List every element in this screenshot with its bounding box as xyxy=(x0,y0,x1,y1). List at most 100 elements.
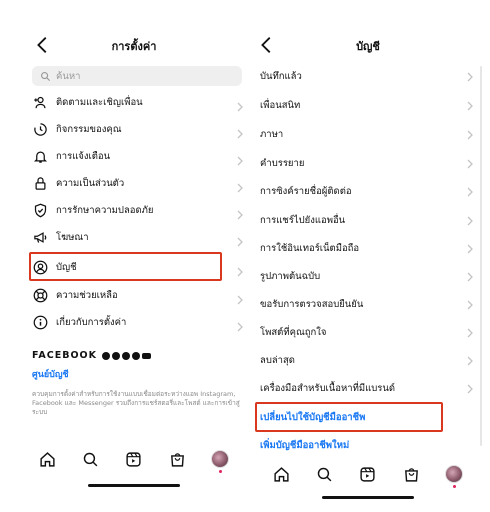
search-bar[interactable] xyxy=(32,66,242,86)
back-button[interactable] xyxy=(256,34,278,56)
settings-header: การตั้งค่า xyxy=(18,32,250,60)
search-icon xyxy=(41,71,51,81)
meta-apps-icons xyxy=(101,351,151,360)
profile-avatar xyxy=(211,450,230,468)
account-item-label: โพสต์ที่คุณถูกใจ xyxy=(260,326,327,338)
chevron-left-icon xyxy=(37,37,47,53)
notification-dot xyxy=(218,470,222,473)
account-item-label: ขอรับการตรวจสอบยืนยัน xyxy=(260,298,364,310)
accounts-center-description: ควบคุมการตั้งค่าสำหรับการใช้งานแบบเชื่อม… xyxy=(32,390,240,416)
menu-item-ads[interactable]: โฆษณา xyxy=(32,224,244,250)
account-item-close-friends[interactable]: เพื่อนสนิท xyxy=(260,92,474,118)
chevron-right-icon xyxy=(466,239,474,258)
account-item-captions[interactable]: คำบรรยาย xyxy=(260,150,474,176)
tab-shop[interactable] xyxy=(166,448,188,470)
search-icon xyxy=(84,452,98,466)
tab-home[interactable] xyxy=(271,463,293,485)
account-item-branded-content[interactable]: เครื่องมือสำหรับเนื้อหาที่มีแบรนด์ xyxy=(260,375,474,401)
home-indicator xyxy=(88,484,180,487)
menu-item-label: เกี่ยวกับการตั้งค่า xyxy=(56,316,127,328)
account-item-label: บันทึกแล้ว xyxy=(260,70,302,82)
chevron-right-icon xyxy=(466,379,474,398)
menu-item-label: โฆษณา xyxy=(56,231,89,243)
settings-screen: การตั้งค่า ติดตามและเชิญเพื่อน กิจกรรมขอ… xyxy=(18,0,250,512)
add-person-icon xyxy=(32,94,48,110)
activity-clock-icon xyxy=(32,121,48,137)
account-item-label: รูปภาพต้นฉบับ xyxy=(260,270,321,282)
chevron-right-icon xyxy=(236,178,244,193)
back-button[interactable] xyxy=(32,34,54,56)
menu-item-privacy[interactable]: ความเป็นส่วนตัว xyxy=(32,170,244,196)
menu-item-account[interactable]: บัญชี xyxy=(32,254,244,280)
shield-icon xyxy=(32,202,48,218)
search-input[interactable] xyxy=(56,70,216,82)
chevron-right-icon xyxy=(466,182,474,201)
chevron-right-icon xyxy=(466,351,474,370)
home-icon xyxy=(274,466,289,482)
tab-home[interactable] xyxy=(37,448,59,470)
tab-search[interactable] xyxy=(314,463,336,485)
chevron-right-icon xyxy=(236,205,244,220)
menu-item-label: บัญชี xyxy=(56,261,77,273)
account-item-saved[interactable]: บันทึกแล้ว xyxy=(260,63,474,89)
menu-item-notifications[interactable]: การแจ้งเตือน xyxy=(32,143,244,169)
account-item-contacts-sync[interactable]: การซิงค์รายชื่อผู้ติดต่อ xyxy=(260,178,474,204)
account-item-label: ภาษา xyxy=(260,128,284,140)
chevron-right-icon xyxy=(236,97,244,112)
page-title: บัญชี xyxy=(356,40,380,53)
account-item-sharing[interactable]: การแชร์ไปยังแอพอื่น xyxy=(260,207,474,233)
lock-icon xyxy=(32,175,48,191)
chevron-right-icon xyxy=(236,124,244,139)
account-item-label: เพื่อนสนิท xyxy=(260,99,301,111)
account-item-label: เครื่องมือสำหรับเนื้อหาที่มีแบรนด์ xyxy=(260,382,396,394)
profile-avatar xyxy=(445,465,464,483)
account-item-request-verification[interactable]: ขอรับการตรวจสอบยืนยัน xyxy=(260,291,474,317)
account-item-language[interactable]: ภาษา xyxy=(260,121,474,147)
tab-reels[interactable] xyxy=(123,448,145,470)
tab-shop[interactable] xyxy=(400,463,422,485)
chevron-right-icon xyxy=(466,67,474,86)
account-item-original-photos[interactable]: รูปภาพต้นฉบับ xyxy=(260,263,474,289)
bottom-tab-bar xyxy=(18,444,250,474)
chevron-right-icon xyxy=(236,151,244,166)
chevron-right-icon xyxy=(466,154,474,173)
menu-item-help[interactable]: ความช่วยเหลือ xyxy=(32,282,244,308)
menu-item-label: การรักษาความปลอดภัย xyxy=(56,204,154,216)
menu-item-follow-invite[interactable]: ติดตามและเชิญเพื่อน xyxy=(32,89,244,115)
menu-item-about[interactable]: เกี่ยวกับการตั้งค่า xyxy=(32,309,244,335)
reels-icon xyxy=(126,451,142,467)
menu-item-your-activity[interactable]: กิจกรรมของคุณ xyxy=(32,116,244,142)
shop-icon xyxy=(170,452,184,467)
tab-search[interactable] xyxy=(80,448,102,470)
account-item-cellular-data[interactable]: การใช้อินเทอร์เน็ตมือถือ xyxy=(260,235,474,261)
account-item-liked-posts[interactable]: โพสต์ที่คุณถูกใจ xyxy=(260,319,474,345)
account-item-label: คำบรรยาย xyxy=(260,157,305,169)
tab-reels[interactable] xyxy=(357,463,379,485)
bell-icon xyxy=(32,148,48,164)
account-screen: บัญชี บันทึกแล้ว เพื่อนสนิท ภาษา คำบรรยา… xyxy=(252,0,484,512)
shop-icon xyxy=(404,467,418,482)
menu-item-security[interactable]: การรักษาความปลอดภัย xyxy=(32,197,244,223)
bottom-tab-bar xyxy=(252,459,484,489)
add-professional-link[interactable]: เพิ่มบัญชีมืออาชีพใหม่ xyxy=(260,435,474,455)
account-item-label: การซิงค์รายชื่อผู้ติดต่อ xyxy=(260,185,352,197)
menu-item-label: การแจ้งเตือน xyxy=(56,150,111,162)
chevron-right-icon xyxy=(466,295,474,314)
accounts-center-link[interactable]: ศูนย์บัญชี xyxy=(32,367,244,381)
switch-to-professional-link[interactable]: เปลี่ยนไปใช้บัญชีมืออาชีพ xyxy=(260,404,474,430)
home-icon xyxy=(40,451,55,467)
menu-item-label: ความช่วยเหลือ xyxy=(56,289,118,301)
home-indicator xyxy=(322,496,414,499)
account-item-label: การใช้อินเทอร์เน็ตมือถือ xyxy=(260,242,360,254)
account-item-recently-deleted[interactable]: ลบล่าสุด xyxy=(260,347,474,373)
tab-profile[interactable] xyxy=(209,448,231,473)
chevron-right-icon xyxy=(466,211,474,230)
chevron-right-icon xyxy=(236,262,244,277)
chevron-right-icon xyxy=(466,96,474,115)
tab-profile[interactable] xyxy=(443,463,465,488)
menu-item-label: ความเป็นส่วนตัว xyxy=(56,177,125,189)
facebook-section: FACEBOOK ศูนย์บัญชี ควบคุมการตั้งค่าสำหร… xyxy=(32,350,244,417)
chevron-right-icon xyxy=(466,267,474,286)
facebook-heading: FACEBOOK xyxy=(32,350,244,361)
scrollbar[interactable] xyxy=(480,66,482,446)
